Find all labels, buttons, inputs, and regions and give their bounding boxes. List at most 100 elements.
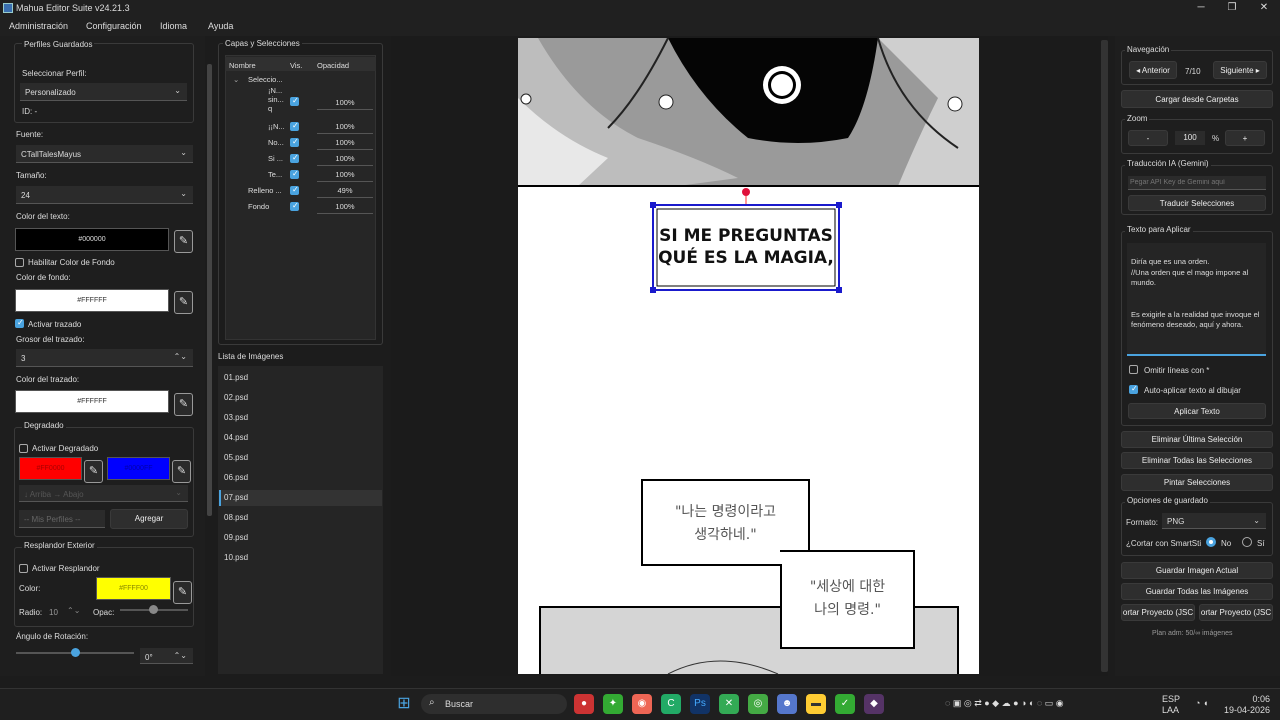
image-list-item[interactable]: 01.psd <box>224 373 248 382</box>
layer-name[interactable]: Si ... <box>268 154 288 163</box>
delete-all-selections-button[interactable]: Eliminar Todas las Selecciones <box>1121 452 1273 469</box>
korean-text-box-2[interactable]: "세상에 대한 나의 명령." <box>781 576 914 622</box>
layer-name[interactable]: Te... <box>268 170 288 179</box>
gradient-checkbox[interactable] <box>19 444 28 453</box>
image-list-item[interactable]: 07.psd <box>224 493 248 502</box>
layer-visibility-checkbox[interactable] <box>290 201 299 211</box>
zoom-in-button[interactable]: + <box>1225 130 1265 146</box>
layer-opacity[interactable]: 100% <box>317 98 373 107</box>
spinner-icon[interactable]: ⌃⌄ <box>174 651 187 660</box>
my-profiles-select[interactable]: -- Mis Perfiles -- <box>19 510 105 528</box>
paint-selections-button[interactable]: Pintar Selecciones <box>1121 474 1273 491</box>
save-all-images-button[interactable]: Guardar Todas las Imágenes <box>1121 583 1273 600</box>
layer-opacity[interactable]: 100% <box>317 138 373 147</box>
app-icon-1[interactable]: ● <box>574 694 594 714</box>
bg-color-checkbox[interactable] <box>15 258 24 267</box>
rotation-spinbox[interactable]: 0° ⌃⌄ <box>140 648 193 664</box>
layer-name[interactable]: No... <box>268 138 288 147</box>
zoom-out-button[interactable]: - <box>1128 130 1168 146</box>
minimize-button[interactable]: ─ <box>1185 0 1217 16</box>
photoshop-icon[interactable]: Ps <box>690 694 710 714</box>
menu-configuracion[interactable]: Configuración <box>86 21 142 31</box>
eyedropper-icon[interactable]: ✎ <box>84 460 103 483</box>
layer-name[interactable]: Fondo <box>248 202 286 211</box>
layer-name[interactable]: ¡¡N... <box>268 122 288 131</box>
radio-no[interactable] <box>1206 537 1216 547</box>
image-list-item[interactable]: 02.psd <box>224 393 248 402</box>
font-select[interactable]: CTallTalesMayus ⌄ <box>16 145 193 163</box>
stroke-width-spinbox[interactable]: 3 ⌃⌄ <box>16 349 193 367</box>
api-key-input[interactable] <box>1128 176 1266 190</box>
column-name[interactable]: Nombre <box>229 61 256 70</box>
spinner-icon[interactable]: ⌃⌄ <box>67 606 80 615</box>
eyedropper-icon[interactable]: ✎ <box>174 230 193 253</box>
editor-app-icon[interactable]: ◆ <box>864 694 884 714</box>
translate-button[interactable]: Traducir Selecciones <box>1128 195 1266 211</box>
stroke-checkbox[interactable] <box>15 318 24 328</box>
zoom-input[interactable]: 100 <box>1175 131 1205 145</box>
rotation-slider-handle[interactable] <box>71 648 80 657</box>
eyedropper-icon[interactable]: ✎ <box>174 291 193 314</box>
layer-visibility-checkbox[interactable] <box>290 121 299 131</box>
eyedropper-icon[interactable]: ✎ <box>174 393 193 416</box>
lang-code[interactable]: ESP <box>1162 694 1180 704</box>
image-list-item[interactable]: 04.psd <box>224 433 248 442</box>
manga-page[interactable]: SI ME PREGUNTAS QUÉ ES LA MAGIA, "나는 명령이… <box>518 38 979 674</box>
speech-bubble-text[interactable]: SI ME PREGUNTAS QUÉ ES LA MAGIA, <box>653 225 839 269</box>
image-list-item[interactable]: 08.psd <box>224 513 248 522</box>
firefox-icon[interactable]: ◉ <box>632 694 652 714</box>
layer-visibility-checkbox[interactable] <box>290 96 299 106</box>
app-icon-3[interactable]: ✕ <box>719 694 739 714</box>
korean-text-box-1[interactable]: "나는 명령이라고 생각하네." <box>642 501 809 547</box>
image-list-item[interactable]: 09.psd <box>224 533 248 542</box>
format-select[interactable]: PNG ⌄ <box>1162 513 1266 529</box>
layer-name[interactable]: ¡N... sin... q <box>268 86 288 116</box>
discord-icon[interactable]: ☻ <box>777 694 797 714</box>
image-list-item[interactable]: 03.psd <box>224 413 248 422</box>
glow-opacity-handle[interactable] <box>149 605 158 614</box>
layer-opacity[interactable]: 100% <box>317 170 373 179</box>
size-select[interactable]: 24 ⌄ <box>16 186 193 204</box>
layer-visibility-checkbox[interactable] <box>290 185 299 195</box>
eyedropper-icon[interactable]: ✎ <box>173 581 192 604</box>
network-icon[interactable]: ◔ ◖ <box>1195 698 1208 708</box>
eyedropper-icon[interactable]: ✎ <box>172 460 191 483</box>
load-folders-button[interactable]: Cargar desde Carpetas <box>1121 90 1273 108</box>
canvas-scrollbar[interactable] <box>1101 40 1108 672</box>
clock-date[interactable]: 19-04-2026 <box>1222 705 1270 715</box>
text-to-apply-textarea[interactable]: Diría que es una orden. //Una orden que … <box>1127 243 1266 356</box>
taskbar-search[interactable] <box>421 694 567 714</box>
next-button[interactable]: Siguiente ▸ <box>1213 61 1267 79</box>
column-opacity[interactable]: Opacidad <box>317 61 349 70</box>
apply-text-button[interactable]: Aplicar Texto <box>1128 403 1266 419</box>
auto-apply-checkbox[interactable] <box>1129 384 1138 394</box>
stroke-color-swatch[interactable]: #FFFFFF <box>15 390 169 413</box>
close-button[interactable]: ✕ <box>1248 0 1280 16</box>
add-profile-button[interactable]: Agregar <box>110 509 188 529</box>
selection-root[interactable]: Seleccio... <box>248 75 283 84</box>
radio-si[interactable] <box>1242 537 1252 547</box>
omit-lines-checkbox[interactable] <box>1129 365 1138 374</box>
left-panel-scrollbar[interactable] <box>207 64 212 516</box>
delete-last-selection-button[interactable]: Eliminar Última Selección <box>1121 431 1273 448</box>
maximize-button[interactable]: ❐ <box>1216 0 1248 16</box>
clock-time[interactable]: 0:06 <box>1226 694 1270 704</box>
app-icon-4[interactable]: ✓ <box>835 694 855 714</box>
menu-ayuda[interactable]: Ayuda <box>208 21 233 31</box>
glow-checkbox[interactable] <box>19 564 28 573</box>
glow-radius-value[interactable]: 10 <box>49 608 58 617</box>
previous-button[interactable]: ◂ Anterior <box>1129 61 1177 79</box>
menu-administracion[interactable]: Administración <box>9 21 68 31</box>
windows-start-icon[interactable]: ⊞ <box>394 694 414 714</box>
gradient-color2-swatch[interactable]: #0000FF <box>107 457 170 480</box>
layer-opacity[interactable]: 49% <box>317 186 373 195</box>
menu-idioma[interactable]: Idioma <box>160 21 187 31</box>
app-icon-2[interactable]: ✦ <box>603 694 623 714</box>
gradient-direction-select[interactable]: ↓ Arriba → Abajo ⌄ <box>19 485 188 502</box>
image-list-item[interactable]: 10.psd <box>224 553 248 562</box>
folder-icon[interactable]: ▬ <box>806 694 826 714</box>
layer-visibility-checkbox[interactable] <box>290 137 299 147</box>
image-list-item[interactable]: 06.psd <box>224 473 248 482</box>
layer-opacity[interactable]: 100% <box>317 154 373 163</box>
profile-select[interactable]: Personalizado ⌄ <box>20 83 187 101</box>
